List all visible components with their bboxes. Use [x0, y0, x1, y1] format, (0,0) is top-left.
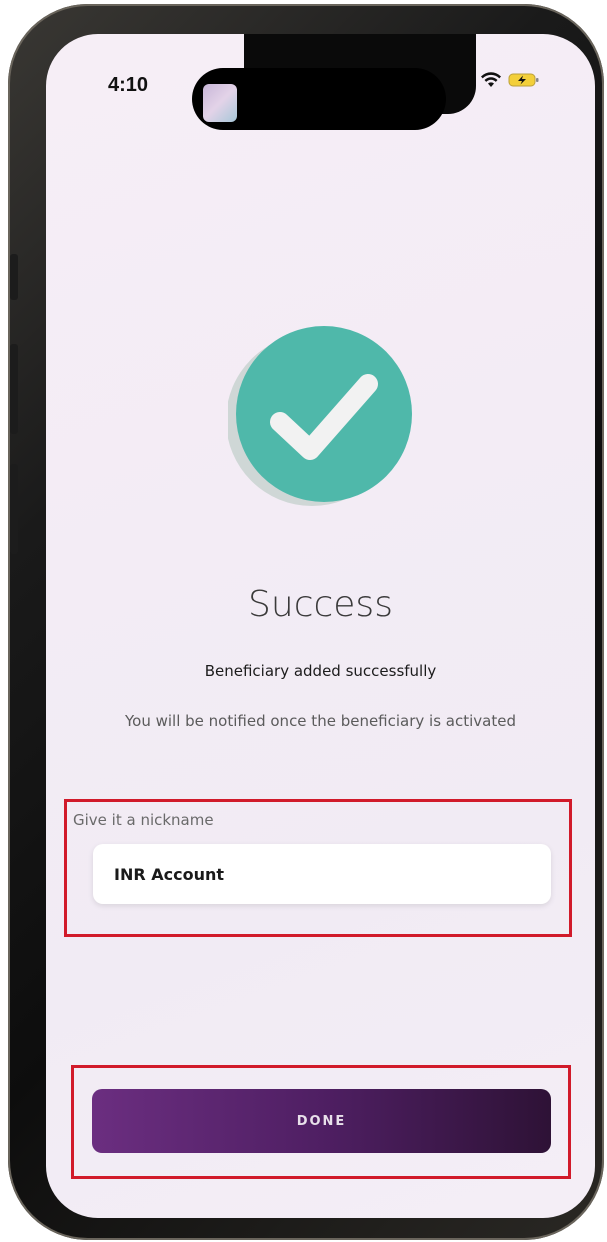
status-icons — [480, 72, 540, 88]
success-check-icon — [226, 322, 414, 508]
nickname-value: INR Account — [114, 864, 225, 884]
status-time: 4:10 — [108, 74, 149, 96]
side-button-volume-up — [10, 344, 18, 434]
nickname-label: Give it a nickname — [73, 811, 214, 829]
nickname-input[interactable]: INR Account — [93, 844, 551, 904]
wifi-icon — [481, 72, 501, 87]
success-title: Success — [248, 584, 393, 625]
battery-icon — [508, 73, 539, 87]
activation-note: You will be notified once the beneficiar… — [125, 712, 516, 730]
app-thumbnail-icon — [203, 84, 237, 122]
done-button[interactable]: DONE — [92, 1089, 551, 1153]
screen: 4:10 Success Beneficiary added successfu… — [46, 34, 595, 1218]
side-button-volume-down — [10, 464, 18, 554]
phone-frame: 4:10 Success Beneficiary added successfu… — [8, 4, 604, 1240]
success-subtitle: Beneficiary added successfully — [204, 662, 437, 680]
done-button-label: DONE — [296, 1113, 347, 1129]
side-button-silent — [10, 254, 18, 300]
